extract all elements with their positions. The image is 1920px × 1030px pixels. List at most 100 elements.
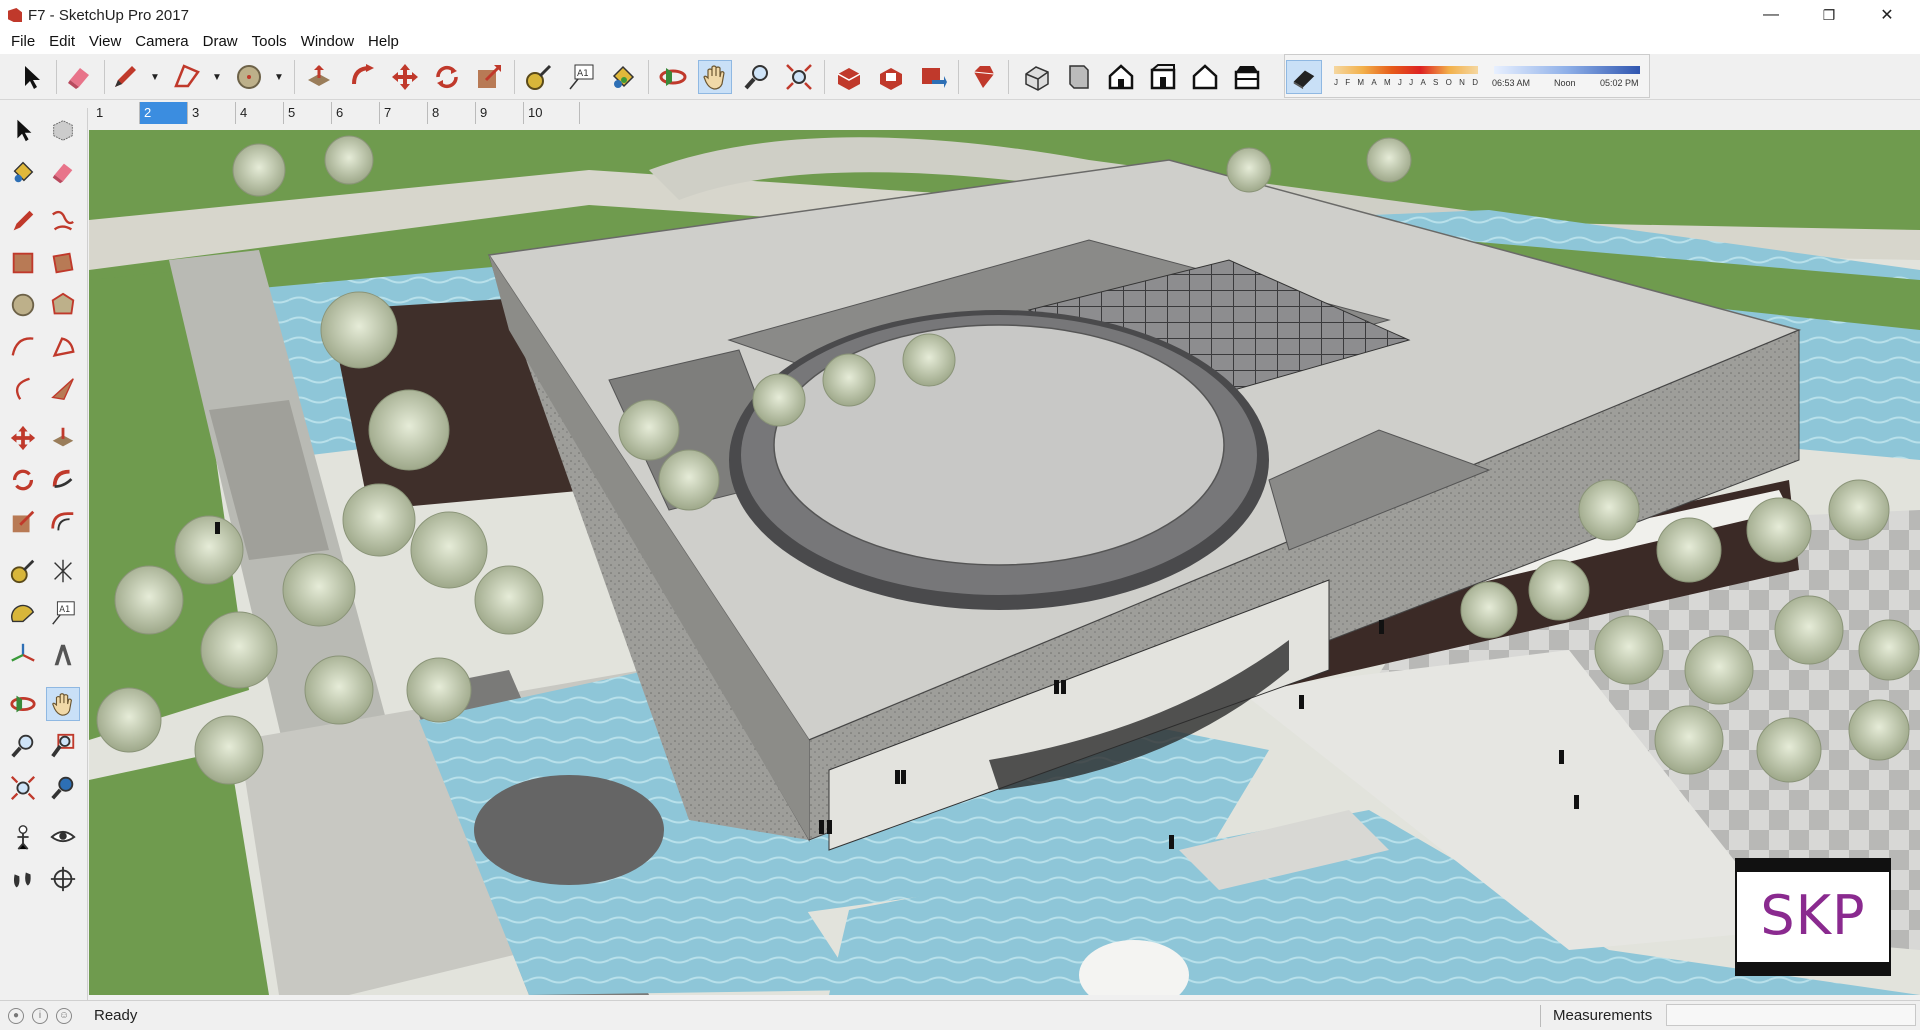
scene-tab[interactable]: 4 [236, 102, 284, 124]
zoom-icon[interactable] [6, 729, 40, 763]
rotate-icon[interactable] [430, 60, 464, 94]
user-account-icon[interactable]: ☺ [56, 1007, 72, 1024]
pencil-icon[interactable] [108, 60, 142, 94]
ruby-icon[interactable] [966, 60, 1000, 94]
pan-icon[interactable] [698, 60, 732, 94]
scene-tab[interactable]: 9 [476, 102, 524, 124]
menu-file[interactable]: File [4, 30, 42, 54]
three-point-arc-icon[interactable] [46, 372, 80, 406]
scene-tab[interactable]: 10 [524, 102, 580, 124]
polygon-icon[interactable] [46, 288, 80, 322]
pie-icon[interactable] [46, 330, 80, 364]
front-view-icon[interactable] [1104, 60, 1138, 94]
two-point-arc-icon[interactable] [6, 372, 40, 406]
previous-view-icon[interactable] [46, 771, 80, 805]
orbit-icon[interactable] [656, 60, 690, 94]
3d-text-icon[interactable] [46, 638, 80, 672]
menu-edit[interactable]: Edit [42, 30, 82, 54]
menu-view[interactable]: View [82, 30, 128, 54]
scene-tab[interactable]: 6 [332, 102, 380, 124]
scene-tab[interactable]: 8 [428, 102, 476, 124]
close-button[interactable]: ✕ [1864, 0, 1910, 30]
text-icon[interactable]: A1 [564, 60, 598, 94]
section-plane-icon[interactable] [46, 862, 80, 896]
scene-tab[interactable]: 5 [284, 102, 332, 124]
rotate-icon[interactable] [6, 463, 40, 497]
circle-icon[interactable] [6, 288, 40, 322]
minimize-button[interactable]: — [1748, 0, 1794, 30]
freehand-icon[interactable] [46, 204, 80, 238]
top-view-icon[interactable] [1062, 60, 1096, 94]
walk-icon[interactable] [6, 862, 40, 896]
component-icon[interactable] [46, 113, 80, 147]
zoom-window-icon[interactable] [46, 729, 80, 763]
menu-help[interactable]: Help [361, 30, 406, 54]
follow-me-icon[interactable] [346, 60, 380, 94]
shadow-toggle-icon[interactable] [1286, 60, 1322, 94]
time-slider[interactable] [1494, 66, 1640, 74]
eraser-icon[interactable] [46, 155, 80, 189]
paint-bucket-icon[interactable] [606, 60, 640, 94]
move-icon[interactable] [6, 421, 40, 455]
axes-icon[interactable] [46, 554, 80, 588]
restore-button[interactable]: ❐ [1806, 0, 1852, 30]
scale-icon[interactable] [472, 60, 506, 94]
circle-icon[interactable] [232, 60, 266, 94]
select-icon[interactable] [14, 60, 48, 94]
scene-tab[interactable]: 3 [188, 102, 236, 124]
info-icon[interactable]: i [32, 1007, 48, 1024]
menu-bar: File Edit View Camera Draw Tools Window … [0, 30, 1920, 54]
push-pull-icon[interactable] [46, 421, 80, 455]
rotated-rectangle-icon[interactable] [46, 246, 80, 280]
zoom-icon[interactable] [740, 60, 774, 94]
scene-tab-active[interactable]: 2 [140, 102, 188, 124]
geo-location-icon[interactable]: ● [8, 1007, 24, 1024]
pan-icon[interactable] [46, 687, 80, 721]
scene-tab[interactable]: 1 [92, 102, 140, 124]
menu-draw[interactable]: Draw [196, 30, 245, 54]
right-view-icon[interactable] [1146, 60, 1180, 94]
protractor-icon[interactable] [6, 596, 40, 630]
offset-icon[interactable] [46, 505, 80, 539]
chevron-down-icon[interactable]: ▼ [150, 72, 160, 83]
chevron-down-icon[interactable]: ▼ [274, 72, 284, 83]
zoom-extents-icon[interactable] [782, 60, 816, 94]
left-view-icon[interactable] [1230, 60, 1264, 94]
window-title: F7 - SketchUp Pro 2017 [28, 6, 189, 24]
orbit-icon[interactable] [6, 687, 40, 721]
scene-tabs: 1 2 3 4 5 6 7 8 9 10 [92, 101, 580, 125]
pencil-icon[interactable] [6, 204, 40, 238]
position-camera-icon[interactable] [6, 820, 40, 854]
menu-camera[interactable]: Camera [128, 30, 195, 54]
arc-icon[interactable] [6, 330, 40, 364]
model-viewport[interactable] [89, 130, 1920, 995]
rectangle-icon[interactable] [6, 246, 40, 280]
select-icon[interactable] [6, 113, 40, 147]
follow-me-icon[interactable] [46, 463, 80, 497]
month-slider[interactable] [1334, 66, 1478, 74]
freehand-icon[interactable] [170, 60, 204, 94]
scale-icon[interactable] [6, 505, 40, 539]
back-view-icon[interactable] [1188, 60, 1222, 94]
tape-measure-icon[interactable] [522, 60, 556, 94]
menu-window[interactable]: Window [294, 30, 361, 54]
eraser-icon[interactable] [62, 60, 96, 94]
extension-warehouse-icon[interactable] [874, 60, 908, 94]
warehouse-icon[interactable] [832, 60, 866, 94]
axes-tool-icon[interactable] [6, 638, 40, 672]
tape-measure-icon[interactable] [6, 554, 40, 588]
logo-top-bar [1737, 860, 1889, 872]
measurements-input[interactable] [1666, 1004, 1916, 1026]
push-pull-icon[interactable] [302, 60, 336, 94]
skp-watermark-logo: SKP [1735, 858, 1891, 976]
look-around-icon[interactable] [46, 820, 80, 854]
menu-tools[interactable]: Tools [245, 30, 294, 54]
scene-tab[interactable]: 7 [380, 102, 428, 124]
text-icon[interactable]: A1 [46, 596, 80, 630]
paint-bucket-icon[interactable] [6, 155, 40, 189]
chevron-down-icon[interactable]: ▼ [212, 72, 222, 83]
share-model-icon[interactable] [916, 60, 950, 94]
move-icon[interactable] [388, 60, 422, 94]
iso-view-icon[interactable] [1020, 60, 1054, 94]
zoom-extents-icon[interactable] [6, 771, 40, 805]
